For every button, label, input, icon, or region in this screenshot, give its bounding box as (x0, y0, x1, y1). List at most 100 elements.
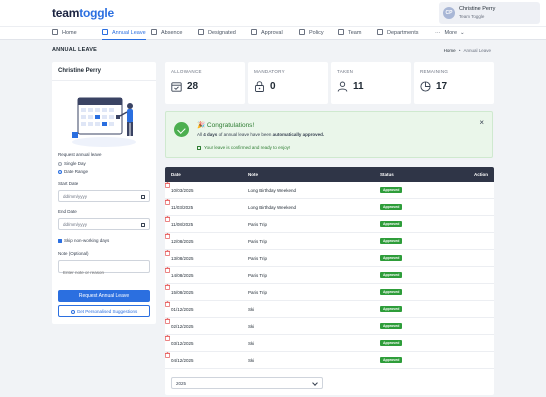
trash-icon[interactable] (165, 267, 170, 273)
alert-msg-middle: of annual leave have been (218, 132, 272, 137)
header-status[interactable]: Status (380, 172, 394, 177)
user-menu[interactable]: CP Christine Perry Team Toggle (439, 2, 540, 24)
alert-msg-days: 4 days (203, 132, 218, 137)
stat-value: 17 (436, 81, 448, 92)
trash-icon[interactable] (165, 335, 170, 341)
checkbox-checked-icon (58, 238, 62, 243)
alert-title: 🎉 Congratulations! (197, 122, 255, 129)
nav-approval[interactable]: Approval (251, 27, 283, 40)
nav-label: Departments (387, 30, 419, 36)
success-alert: 🎉 Congratulations! All 4 days of annual … (165, 111, 493, 158)
top-header: teamtoggle CP Christine Perry Team Toggl… (0, 0, 546, 26)
table-row: 03/12/2025 Ski Approved (165, 335, 494, 352)
request-type-label: Request annual leave (58, 152, 102, 157)
alert-subtext: Your leave is confirmed and ready to enj… (197, 145, 290, 150)
cell-date: 03/12/2025 (171, 341, 194, 346)
policy-icon (299, 29, 305, 35)
calendar-icon[interactable] (141, 222, 145, 227)
nav-absence[interactable]: Absence (151, 27, 182, 40)
trash-icon[interactable] (165, 352, 170, 358)
header-action: Action (474, 172, 488, 177)
trash-icon[interactable] (165, 250, 170, 256)
nav-label: Absence (161, 30, 183, 36)
checkbox-label: Skip non-working days (64, 238, 110, 243)
notes-field[interactable] (58, 260, 150, 275)
stat-value: 11 (353, 81, 364, 92)
table-row: 01/12/2025 Ski Approved (165, 301, 494, 318)
trash-icon[interactable] (165, 284, 170, 290)
employee-name: Christine Perry (58, 68, 102, 74)
avatar: CP (443, 7, 455, 19)
table-row: 04/12/2025 Ski Approved (165, 352, 494, 369)
trash-icon[interactable] (165, 318, 170, 324)
cell-note: Paris Trip (248, 290, 268, 295)
stat-label: TAKEN (337, 69, 354, 74)
cell-date: 15/08/2025 (171, 290, 194, 295)
stat-allowance: ALLOWANCE 28 (165, 62, 245, 104)
status-badge: Approved (380, 255, 403, 261)
cell-note: Ski (248, 307, 255, 312)
nav-more[interactable]: ··· More ⌄ (435, 27, 465, 40)
pie-chart-icon (420, 81, 431, 92)
nav-policy[interactable]: Policy (299, 27, 324, 40)
nav-team[interactable]: Team (338, 27, 361, 40)
table-row: 11/08/2025 Paris Trip Approved (165, 216, 494, 233)
start-date-placeholder: dd/mm/yyyy (63, 194, 88, 199)
cell-note: Ski (248, 358, 255, 363)
nav-label: Home (62, 30, 77, 36)
person-icon (337, 81, 348, 92)
app-logo[interactable]: teamtoggle (52, 6, 114, 20)
nav-label: Team (348, 30, 362, 36)
table-row: 02/12/2025 Ski Approved (165, 318, 494, 335)
nav-annual-leave[interactable]: Annual Leave (102, 27, 146, 40)
nav-home[interactable]: Home (52, 27, 77, 40)
stat-label: REMAINING (420, 69, 449, 74)
breadcrumb: Home • Annual Leave (444, 48, 491, 53)
trash-icon[interactable] (165, 216, 170, 222)
approval-icon (251, 29, 257, 35)
cell-date: 10/03/2025 (171, 188, 194, 193)
trash-icon[interactable] (165, 301, 170, 307)
end-date-input[interactable]: dd/mm/yyyy (58, 218, 150, 230)
cell-note: Paris Trip (248, 256, 268, 261)
close-icon[interactable]: × (479, 119, 484, 127)
nav-label: Policy (309, 30, 324, 36)
lightbulb-icon (70, 309, 75, 314)
stat-mandatory: MANDATORY 0 (248, 62, 328, 104)
user-name: Christine Perry (459, 6, 496, 12)
cell-note: Paris Trip (248, 273, 268, 278)
page-title: ANNUAL LEAVE (52, 47, 97, 53)
skip-non-working-checkbox[interactable]: Skip non-working days (58, 238, 109, 243)
header-note[interactable]: Note (248, 172, 258, 177)
year-select[interactable]: 2025 (171, 377, 323, 389)
table-row: 13/08/2025 Paris Trip Approved (165, 250, 494, 267)
nav-designated[interactable]: Designated (198, 27, 236, 40)
breadcrumb-home[interactable]: Home (444, 48, 456, 53)
table-row: 10/03/2025 Long Birthday Weekend Approved (165, 182, 494, 199)
stat-value: 0 (270, 81, 276, 92)
status-badge: Approved (380, 238, 403, 244)
request-leave-button[interactable]: Request Annual Leave (58, 290, 150, 302)
logo-text-part3: ggle (90, 6, 115, 20)
nav-label: More (444, 30, 458, 36)
suggestions-button[interactable]: Get Personalised Suggestions (58, 305, 150, 317)
notes-input[interactable] (63, 270, 149, 275)
trash-icon[interactable] (165, 233, 170, 239)
check-circle-icon (174, 122, 189, 137)
start-date-input[interactable]: dd/mm/yyyy (58, 190, 150, 202)
alert-message: All 4 days of annual leave have been aut… (197, 132, 324, 137)
radio-unchecked-icon (58, 161, 62, 166)
trash-icon[interactable] (165, 182, 170, 188)
trash-icon[interactable] (165, 199, 170, 205)
divider (52, 80, 156, 81)
status-badge: Approved (380, 340, 403, 346)
radio-single-day[interactable]: Single Day (58, 161, 86, 166)
calendar-icon[interactable] (141, 194, 145, 199)
header-date[interactable]: Date (171, 172, 181, 177)
breadcrumb-current: Annual Leave (463, 48, 491, 53)
radio-date-range[interactable]: Date Range (58, 169, 88, 174)
designated-icon (198, 29, 204, 35)
cell-note: Paris Trip (248, 239, 268, 244)
nav-departments[interactable]: Departments (377, 27, 419, 40)
calendar-icon (102, 29, 108, 35)
